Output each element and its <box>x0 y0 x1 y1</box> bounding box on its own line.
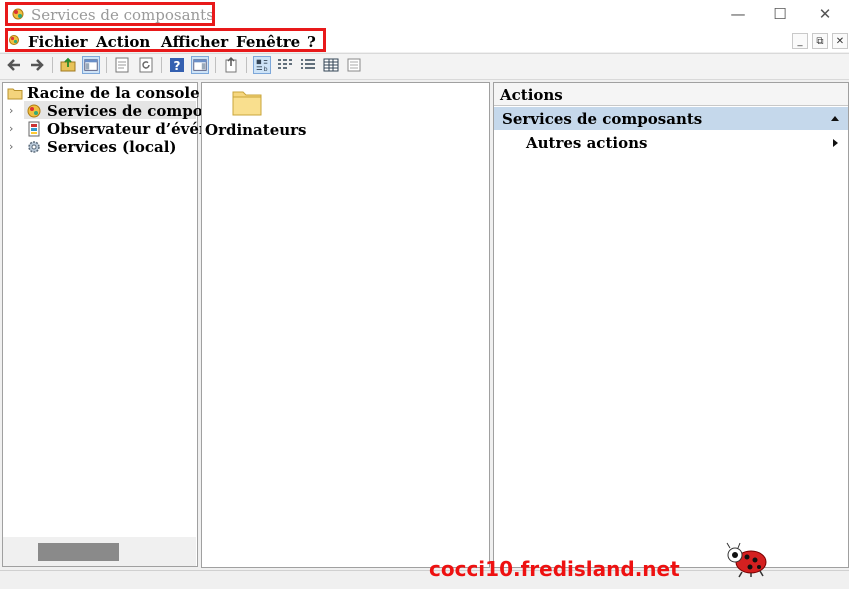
close-button[interactable]: ✕ <box>812 4 838 24</box>
mdi-restore-button[interactable]: ⧉ <box>812 33 828 49</box>
export-icon[interactable] <box>222 56 240 74</box>
expand-chevron-icon[interactable]: › <box>9 140 13 153</box>
submenu-arrow-icon[interactable] <box>832 138 839 148</box>
up-folder-icon[interactable] <box>59 56 77 74</box>
mdi-minimize-button[interactable]: _ <box>792 33 808 49</box>
minimize-button[interactable]: — <box>725 4 751 24</box>
small-icons-view-icon[interactable] <box>276 56 294 74</box>
tree-item-services-local[interactable]: Services (local) <box>47 138 177 156</box>
help-icon[interactable]: ? <box>168 56 186 74</box>
folder-icon <box>7 88 23 100</box>
back-icon[interactable] <box>5 56 23 74</box>
horizontal-scrollbar-thumb[interactable] <box>38 543 119 561</box>
expand-chevron-icon[interactable]: › <box>9 122 13 135</box>
toolbar-separator <box>161 57 162 73</box>
expand-chevron-icon[interactable]: › <box>9 104 13 117</box>
toolbar-separator <box>106 57 107 73</box>
title-highlight-box <box>5 2 215 26</box>
component-services-icon <box>27 104 41 118</box>
services-gear-icon <box>28 141 40 153</box>
toolbar-separator <box>246 57 247 73</box>
folder-icon[interactable] <box>231 87 263 117</box>
event-viewer-icon <box>28 121 40 137</box>
mdi-close-button[interactable]: ✕ <box>832 33 848 49</box>
refresh-icon[interactable] <box>137 56 155 74</box>
actions-header: Actions <box>500 86 563 104</box>
properties-sheet-icon[interactable] <box>345 56 363 74</box>
collapse-up-arrow-icon[interactable] <box>830 114 840 122</box>
properties-icon[interactable] <box>113 56 131 74</box>
toolbar-separator <box>52 57 53 73</box>
action-other-actions[interactable]: Autres actions <box>526 134 647 152</box>
show-hide-tree-icon[interactable] <box>82 56 100 74</box>
detail-view-icon[interactable] <box>322 56 340 74</box>
tree-item-event-viewer[interactable]: Observateur d’événe <box>47 120 219 138</box>
tree-item-component-services[interactable]: Services de composa <box>47 102 221 120</box>
watermark-text: cocci10.fredisland.net <box>429 557 680 581</box>
actions-section-title[interactable]: Services de composants <box>502 110 702 128</box>
svg-text:?: ? <box>174 59 181 73</box>
svg-text:b: b <box>264 66 268 73</box>
maximize-button[interactable]: ☐ <box>767 4 793 24</box>
result-pane <box>201 82 490 568</box>
status-bar <box>0 570 849 589</box>
forward-icon[interactable] <box>28 56 46 74</box>
large-icons-view-icon[interactable]: b <box>253 56 271 74</box>
tree-root[interactable]: Racine de la console <box>27 84 200 102</box>
computers-folder-label[interactable]: Ordinateurs <box>205 121 307 139</box>
list-view-icon[interactable] <box>299 56 317 74</box>
ladybug-icon <box>726 542 767 578</box>
menu-highlight-box <box>5 28 326 52</box>
actions-pane <box>493 82 849 568</box>
show-hide-action-icon[interactable] <box>191 56 209 74</box>
toolbar-separator <box>215 57 216 73</box>
